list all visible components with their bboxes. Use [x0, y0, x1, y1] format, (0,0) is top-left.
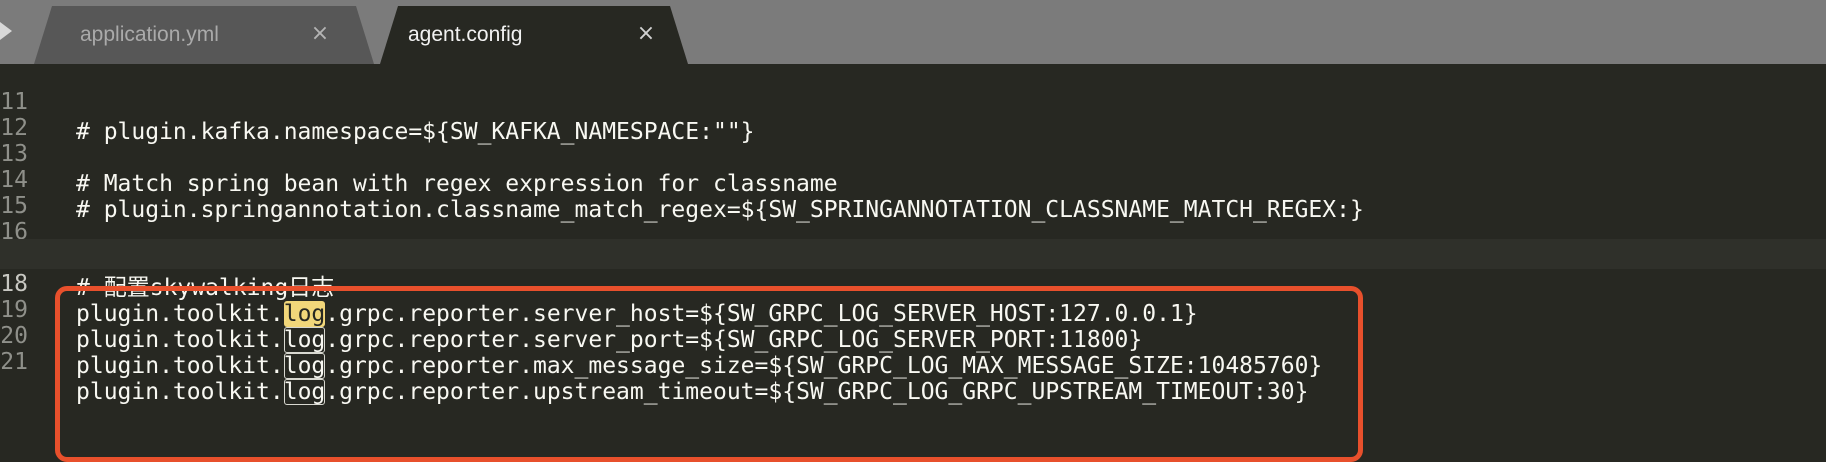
- sidebar-toggle-icon[interactable]: [0, 22, 12, 40]
- close-icon[interactable]: ×: [634, 22, 658, 46]
- tab-bar: application.yml × agent.config ×: [0, 0, 1826, 64]
- code-editor[interactable]: 11 # plugin.kafka.namespace=${SW_KAFKA_N…: [0, 64, 1826, 462]
- tab-label: application.yml: [80, 23, 219, 46]
- highlight-box: [55, 286, 1363, 462]
- close-icon[interactable]: ×: [308, 22, 332, 46]
- tab-agent-config[interactable]: agent.config ×: [380, 6, 688, 64]
- line-number: 21: [0, 349, 28, 375]
- tab-application-yml[interactable]: application.yml ×: [34, 6, 374, 64]
- tab-label: agent.config: [408, 23, 523, 46]
